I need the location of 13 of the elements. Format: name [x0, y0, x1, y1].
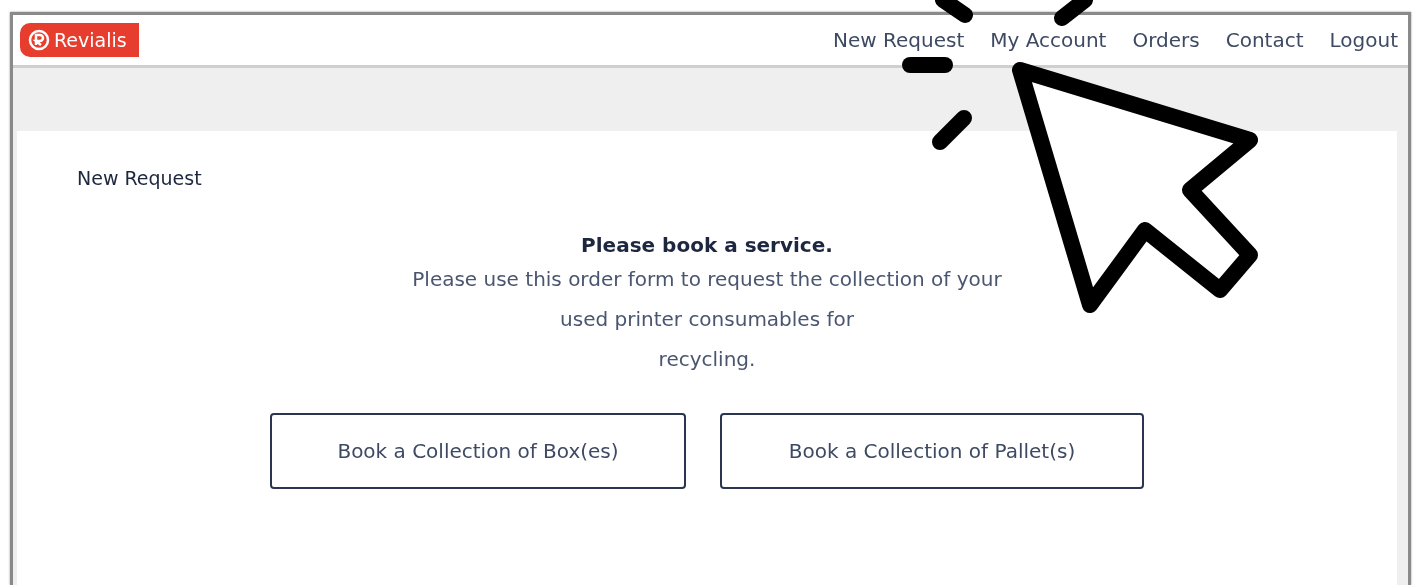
- book-button[interactable]: Book a Collection of Box(es): [270, 413, 686, 489]
- logo[interactable]: Revialis: [20, 23, 139, 57]
- intro-text: Please use this order form to request the collection of your used printer consumables for recycling.: [412, 266, 1002, 373]
- book-button[interactable]: Book a Collection of Pallet(s): [720, 413, 1144, 489]
- nav-link[interactable]: New Request: [833, 28, 965, 52]
- heading: Please book a service.: [581, 233, 833, 257]
- nav-link[interactable]: Logout: [1329, 28, 1398, 52]
- nav-link[interactable]: Contact: [1225, 28, 1304, 52]
- logo-icon: [28, 29, 50, 51]
- logo-text: Revialis: [54, 29, 127, 51]
- page-title: New Request: [77, 167, 203, 189]
- nav-link[interactable]: Orders: [1132, 28, 1200, 52]
- nav-link[interactable]: My Account: [990, 28, 1107, 52]
